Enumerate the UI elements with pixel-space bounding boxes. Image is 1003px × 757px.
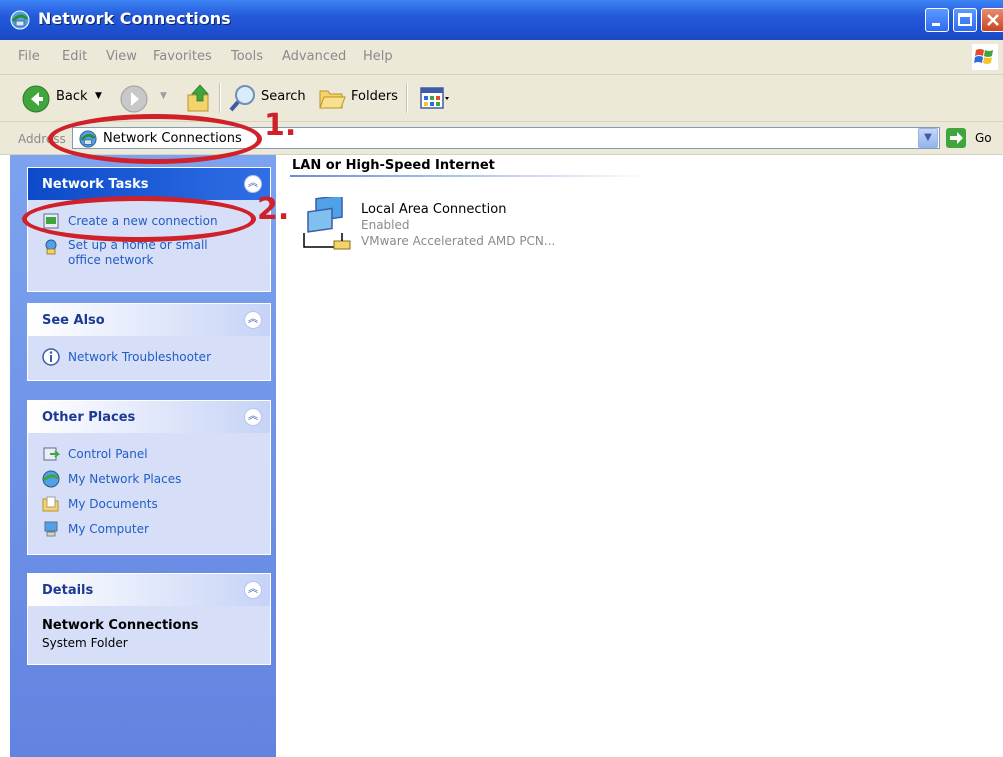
network-places-icon (42, 470, 60, 488)
window-title: Network Connections (38, 9, 231, 28)
details-type: System Folder (42, 636, 128, 650)
toolbar-separator (219, 83, 221, 113)
chevron-down-icon: ▼ (924, 132, 932, 143)
folders-button[interactable]: Folders (351, 89, 398, 104)
folders-icon[interactable] (318, 85, 346, 111)
details-panel: Details ︽ Network Connections System Fol… (27, 573, 271, 665)
see-also-panel: See Also ︽ Network Troubleshooter (27, 303, 271, 381)
connection-device: VMware Accelerated AMD PCN... (361, 234, 556, 248)
go-arrow-icon (950, 132, 963, 144)
collapse-chevron-icon[interactable]: ︽ (244, 311, 262, 329)
go-button[interactable] (946, 128, 966, 148)
search-icon[interactable] (228, 83, 258, 113)
link-text: My Computer (68, 522, 149, 536)
my-network-places-link[interactable]: My Network Places (42, 470, 181, 488)
panel-title: Other Places (42, 410, 136, 425)
forward-arrow-icon[interactable] (120, 85, 148, 113)
close-icon (987, 14, 999, 26)
other-places-panel: Other Places ︽ Control Panel My Network … (27, 400, 271, 555)
collapse-chevron-icon[interactable]: ︽ (244, 581, 262, 599)
control-panel-link[interactable]: Control Panel (42, 445, 148, 463)
link-text: Set up a home or small office network (68, 238, 208, 267)
lan-connection-icon (303, 197, 351, 250)
maximize-button[interactable] (953, 8, 977, 32)
forward-dropdown-icon[interactable]: ▼ (160, 91, 167, 101)
network-connections-icon (10, 10, 30, 30)
title-bar[interactable]: Network Connections (0, 0, 1003, 40)
link-text: Control Panel (68, 447, 148, 461)
back-dropdown-icon[interactable]: ▼ (95, 91, 102, 101)
toolbar-separator (406, 83, 408, 113)
connection-name: Local Area Connection (361, 202, 507, 217)
annotation-ellipse-1 (48, 114, 262, 164)
back-arrow-icon[interactable] (22, 85, 50, 113)
my-documents-link[interactable]: My Documents (42, 495, 158, 513)
minimize-icon (932, 23, 940, 26)
menu-favorites[interactable]: Favorites (153, 49, 212, 64)
other-places-header[interactable]: Other Places ︽ (28, 401, 270, 433)
home-network-icon (45, 239, 57, 255)
menu-file[interactable]: File (18, 49, 40, 64)
see-also-header[interactable]: See Also ︽ (28, 304, 270, 336)
windows-logo-icon (972, 44, 998, 70)
annotation-number-2: 2. (257, 192, 290, 227)
connections-list: LAN or High-Speed Internet Local Area Co… (276, 155, 1003, 757)
link-text: My Network Places (68, 472, 182, 486)
menu-help[interactable]: Help (363, 49, 393, 64)
link-text: Network Troubleshooter (68, 350, 211, 364)
search-button[interactable]: Search (261, 89, 306, 104)
collapse-chevron-icon[interactable]: ︽ (244, 408, 262, 426)
panel-title: Details (42, 583, 94, 598)
address-dropdown-button[interactable]: ▼ (918, 128, 938, 148)
back-button[interactable]: Back (56, 89, 88, 104)
minimize-button[interactable] (925, 8, 949, 32)
info-icon (42, 348, 60, 366)
menu-tools[interactable]: Tools (231, 49, 263, 64)
menu-bar: File Edit View Favorites Tools Advanced … (0, 40, 1003, 75)
connection-status: Enabled (361, 218, 410, 232)
group-header: LAN or High-Speed Internet (292, 158, 495, 173)
menu-edit[interactable]: Edit (62, 49, 87, 64)
my-computer-link[interactable]: My Computer (42, 520, 149, 538)
close-button[interactable] (981, 8, 1003, 32)
menu-view[interactable]: View (106, 49, 137, 64)
network-connections-window: Network Connections File Edit View Favor… (0, 0, 1003, 757)
annotation-ellipse-2 (22, 196, 256, 242)
details-header[interactable]: Details ︽ (28, 574, 270, 606)
up-folder-icon[interactable] (186, 83, 212, 113)
views-icon[interactable] (420, 87, 450, 109)
documents-folder-icon (42, 496, 59, 512)
control-panel-icon (43, 447, 60, 461)
task-pane: Network Tasks ︽ Create a new connection … (10, 155, 276, 757)
menu-advanced[interactable]: Advanced (282, 49, 346, 64)
panel-title: See Also (42, 313, 105, 328)
computer-icon (44, 521, 58, 537)
annotation-number-1: 1. (264, 108, 297, 143)
group-divider (290, 175, 650, 177)
set-up-home-network-link[interactable]: Set up a home or small office network (42, 238, 242, 268)
collapse-chevron-icon[interactable]: ︽ (244, 175, 262, 193)
network-troubleshooter-link[interactable]: Network Troubleshooter (42, 348, 211, 366)
details-name: Network Connections (42, 618, 199, 633)
maximize-icon (958, 13, 972, 26)
go-label[interactable]: Go (975, 131, 992, 145)
link-text: My Documents (68, 497, 158, 511)
panel-title: Network Tasks (42, 177, 149, 192)
